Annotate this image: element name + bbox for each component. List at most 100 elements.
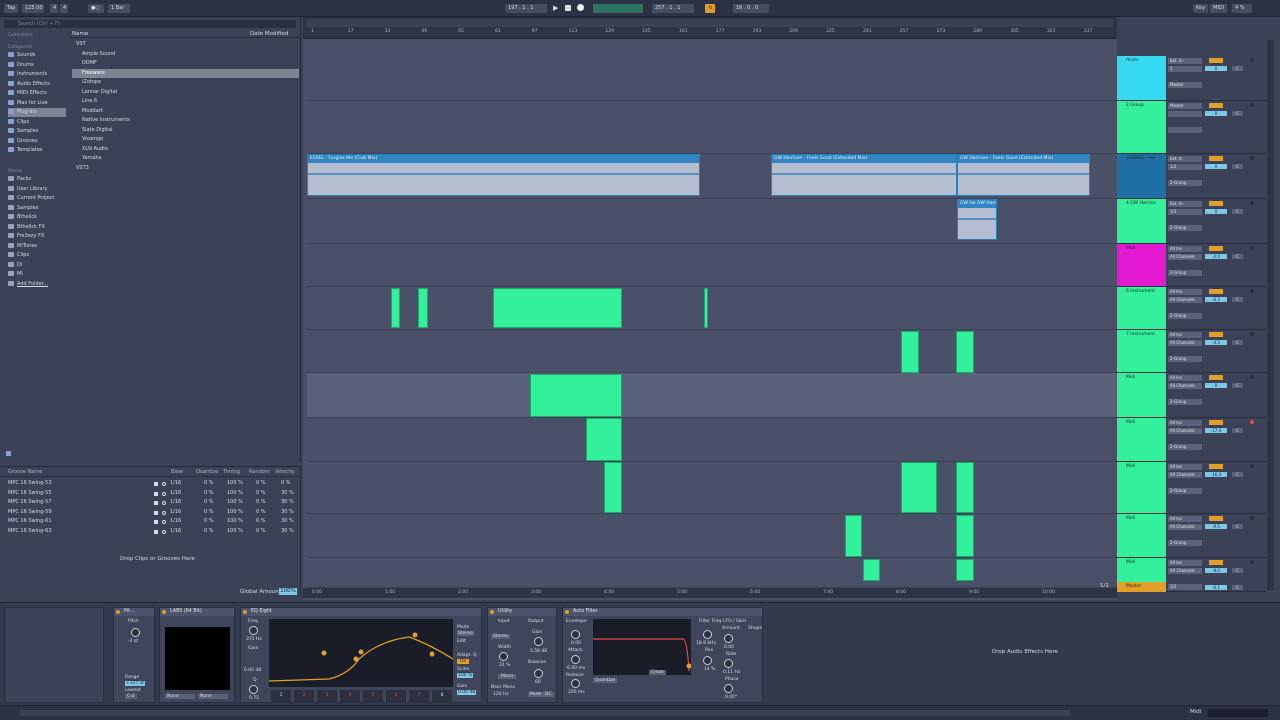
arm-button[interactable] [1250, 103, 1254, 107]
key-map-button[interactable]: Key [1193, 4, 1209, 13]
master-title-bar[interactable]: Master [1117, 582, 1166, 592]
track-number-button[interactable] [1209, 560, 1223, 565]
track-header[interactable]: 4 GW Harriso Ext. In 1/2 2-Group 0 C [1117, 199, 1267, 244]
hot-swap-icon[interactable] [154, 510, 158, 515]
track-header[interactable]: micIn Ext. In 1 Master 0 C [1117, 56, 1267, 101]
track-title-bar[interactable]: Midi [1117, 514, 1166, 557]
eq-band-button[interactable]: 4 [340, 690, 360, 702]
midi-clip[interactable] [956, 515, 974, 557]
track-header[interactable]: 3 ESSEL - For Ext. In 1/2 2-Group 0 C [1117, 154, 1267, 199]
utility-dc-button[interactable]: DC [543, 692, 554, 697]
volume-field[interactable]: -16.4 [1205, 472, 1227, 477]
browser-item[interactable]: DDMF [72, 59, 299, 68]
midi-clip[interactable] [956, 559, 974, 581]
track-number-button[interactable] [1209, 332, 1223, 337]
device-title[interactable]: Auto Filter [573, 609, 598, 614]
category-item[interactable]: MIDI Effects [8, 89, 47, 98]
pan-field[interactable]: C [1232, 297, 1243, 302]
track-lane[interactable] [307, 56, 1117, 101]
pan-field[interactable]: C [1232, 568, 1243, 573]
arm-button[interactable] [1250, 156, 1254, 160]
track-lane[interactable] [307, 418, 1117, 462]
track-header[interactable]: 2 Group Master 0 C [1117, 101, 1267, 154]
pan-field[interactable]: C [1232, 111, 1243, 116]
input-type-select[interactable]: All Ins [1168, 464, 1202, 470]
midi-clip[interactable] [901, 462, 937, 513]
browser-item[interactable]: Yamaha [72, 154, 299, 163]
browser-item[interactable]: Freeware [72, 68, 299, 78]
eq-scale-value[interactable]: 100 % [457, 673, 474, 678]
time-sig-denominator[interactable]: 4 [60, 4, 68, 13]
af-filter-freq-knob[interactable] [703, 630, 712, 639]
input-channel-select[interactable]: All Channels [1168, 428, 1202, 434]
tap-button[interactable]: Tap [4, 4, 19, 13]
track-title-bar[interactable]: 4 GW Harriso [1117, 199, 1166, 243]
volume-field[interactable]: 0 [1205, 111, 1227, 116]
loop-start-field[interactable]: 257 . 1 . 1 [652, 4, 694, 13]
master-pan[interactable]: C [1232, 585, 1243, 590]
midi-clip[interactable] [604, 462, 622, 513]
audio-clip[interactable]: GW Harrison - Feels Good (Extended Mix) [957, 154, 1090, 196]
utility-stereo-select[interactable]: Stereo [491, 634, 510, 639]
groove-row[interactable]: MPC 16 Swing-61 1/16 0 % 100 % 0 % 30 % [0, 517, 300, 526]
input-channel-select[interactable]: All Channels [1168, 254, 1202, 260]
master-routing[interactable]: 1/2 [1168, 584, 1202, 590]
eq-band-button[interactable]: 5 [363, 690, 383, 702]
pitch-knob[interactable] [131, 628, 140, 637]
track-lane[interactable] [307, 514, 1117, 558]
volume-field[interactable]: 0 [1205, 383, 1227, 388]
overdub-buttons[interactable] [593, 4, 643, 13]
input-channel-select[interactable]: All Channels [1168, 383, 1202, 389]
groove-row[interactable]: MPC 16 Swing-53 1/16 0 % 100 % 0 % 0 % [0, 479, 300, 488]
col-date-header[interactable]: Date Modified [250, 31, 288, 37]
af-res-knob[interactable] [703, 656, 712, 665]
eq-q-knob[interactable] [249, 685, 258, 694]
pan-field[interactable]: C [1232, 524, 1243, 529]
eq-mode-select[interactable]: Stereo [457, 631, 474, 636]
arm-button[interactable] [1250, 289, 1254, 293]
pan-field[interactable]: C [1232, 428, 1243, 433]
browser-item[interactable]: iZotope [72, 78, 299, 87]
track-header[interactable]: Midi All Ins All Channels 2-Group -16.4 C [1117, 462, 1267, 514]
midi-clip[interactable] [391, 288, 400, 328]
midi-clip[interactable] [845, 515, 862, 557]
eq-band-button[interactable]: 8 [432, 690, 452, 702]
pan-field[interactable]: C [1232, 472, 1243, 477]
category-item[interactable]: Instruments [8, 70, 47, 79]
track-title-bar[interactable]: Midi [1117, 244, 1166, 286]
hot-swap-icon[interactable] [154, 529, 158, 534]
hot-swap-icon[interactable] [154, 520, 158, 524]
loop-toggle[interactable]: ⟲ [705, 4, 715, 13]
place-item[interactable]: Add Folder... [8, 280, 48, 289]
utility-mute-button[interactable]: Mute [528, 692, 544, 697]
groove-row[interactable]: MPC 16 Swing-55 1/16 0 % 100 % 0 % 30 % [0, 489, 300, 498]
midi-clip[interactable] [418, 288, 428, 328]
af-circuit-select[interactable]: Clean [649, 670, 666, 675]
device-title[interactable]: Utility [498, 609, 512, 614]
track-title-bar[interactable]: micIn [1117, 56, 1166, 100]
browser-item[interactable]: VST [72, 40, 299, 49]
place-item[interactable]: MiTunes [8, 242, 37, 251]
track-header[interactable]: 6 Instrument All Ins All Channels 2-Group -6… [1117, 287, 1267, 330]
track-number-button[interactable] [1209, 516, 1223, 521]
af-attack-knob[interactable] [571, 655, 580, 664]
output-routing-select[interactable]: Master [1168, 82, 1202, 88]
utility-gain-knob[interactable] [534, 637, 543, 646]
track-lane[interactable] [307, 330, 1117, 373]
volume-field[interactable]: -17.0 [1205, 428, 1227, 433]
input-type-select[interactable]: All Ins [1168, 560, 1202, 566]
input-channel-select[interactable]: All Channels [1168, 340, 1202, 346]
device-title[interactable]: EQ Eight [251, 609, 272, 614]
input-channel-select[interactable]: 1 [1168, 66, 1202, 72]
input-channel-select[interactable]: 1/2 [1168, 164, 1202, 170]
audio-clip[interactable]: GW Ha GW Harri [957, 199, 997, 240]
track-title-bar[interactable]: 6 Instrument [1117, 287, 1166, 329]
track-number-button[interactable] [1209, 375, 1223, 380]
audio-clip[interactable]: ESSEL - Forgive Me (Club Mix) [307, 154, 700, 196]
time-sig-numerator[interactable]: 4 [50, 4, 58, 13]
browser-item[interactable]: XLN Audio [72, 145, 299, 154]
volume-field[interactable]: 0 [1205, 164, 1227, 169]
overview-strip[interactable] [307, 19, 1113, 27]
track-number-button[interactable] [1209, 289, 1223, 294]
arm-button[interactable] [1250, 58, 1254, 62]
